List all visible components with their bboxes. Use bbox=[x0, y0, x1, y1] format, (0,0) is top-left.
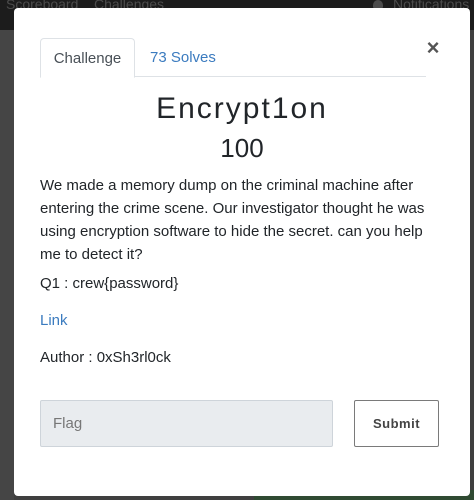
tab-challenge[interactable]: Challenge bbox=[40, 38, 135, 78]
modal-tabs: Challenge 73 Solves bbox=[40, 38, 426, 78]
challenge-link[interactable]: Link bbox=[40, 312, 68, 329]
submit-button[interactable]: Submit bbox=[354, 400, 439, 447]
challenge-points: 100 bbox=[220, 133, 264, 163]
background-panel bbox=[0, 30, 14, 500]
tab-solves[interactable]: 73 Solves bbox=[150, 38, 216, 77]
challenge-modal: Challenge 73 Solves × Encrypt1on 100 We … bbox=[14, 8, 470, 496]
challenge-description: We made a memory dump on the criminal ma… bbox=[40, 177, 425, 263]
flag-input[interactable] bbox=[40, 400, 333, 447]
bell-icon bbox=[373, 0, 383, 8]
challenge-author: Author : 0xSh3rl0ck bbox=[40, 349, 171, 366]
close-icon[interactable]: × bbox=[424, 37, 442, 60]
challenge-question: Q1 : crew{password} bbox=[40, 275, 179, 292]
challenge-title: Encrypt1on bbox=[156, 92, 328, 125]
